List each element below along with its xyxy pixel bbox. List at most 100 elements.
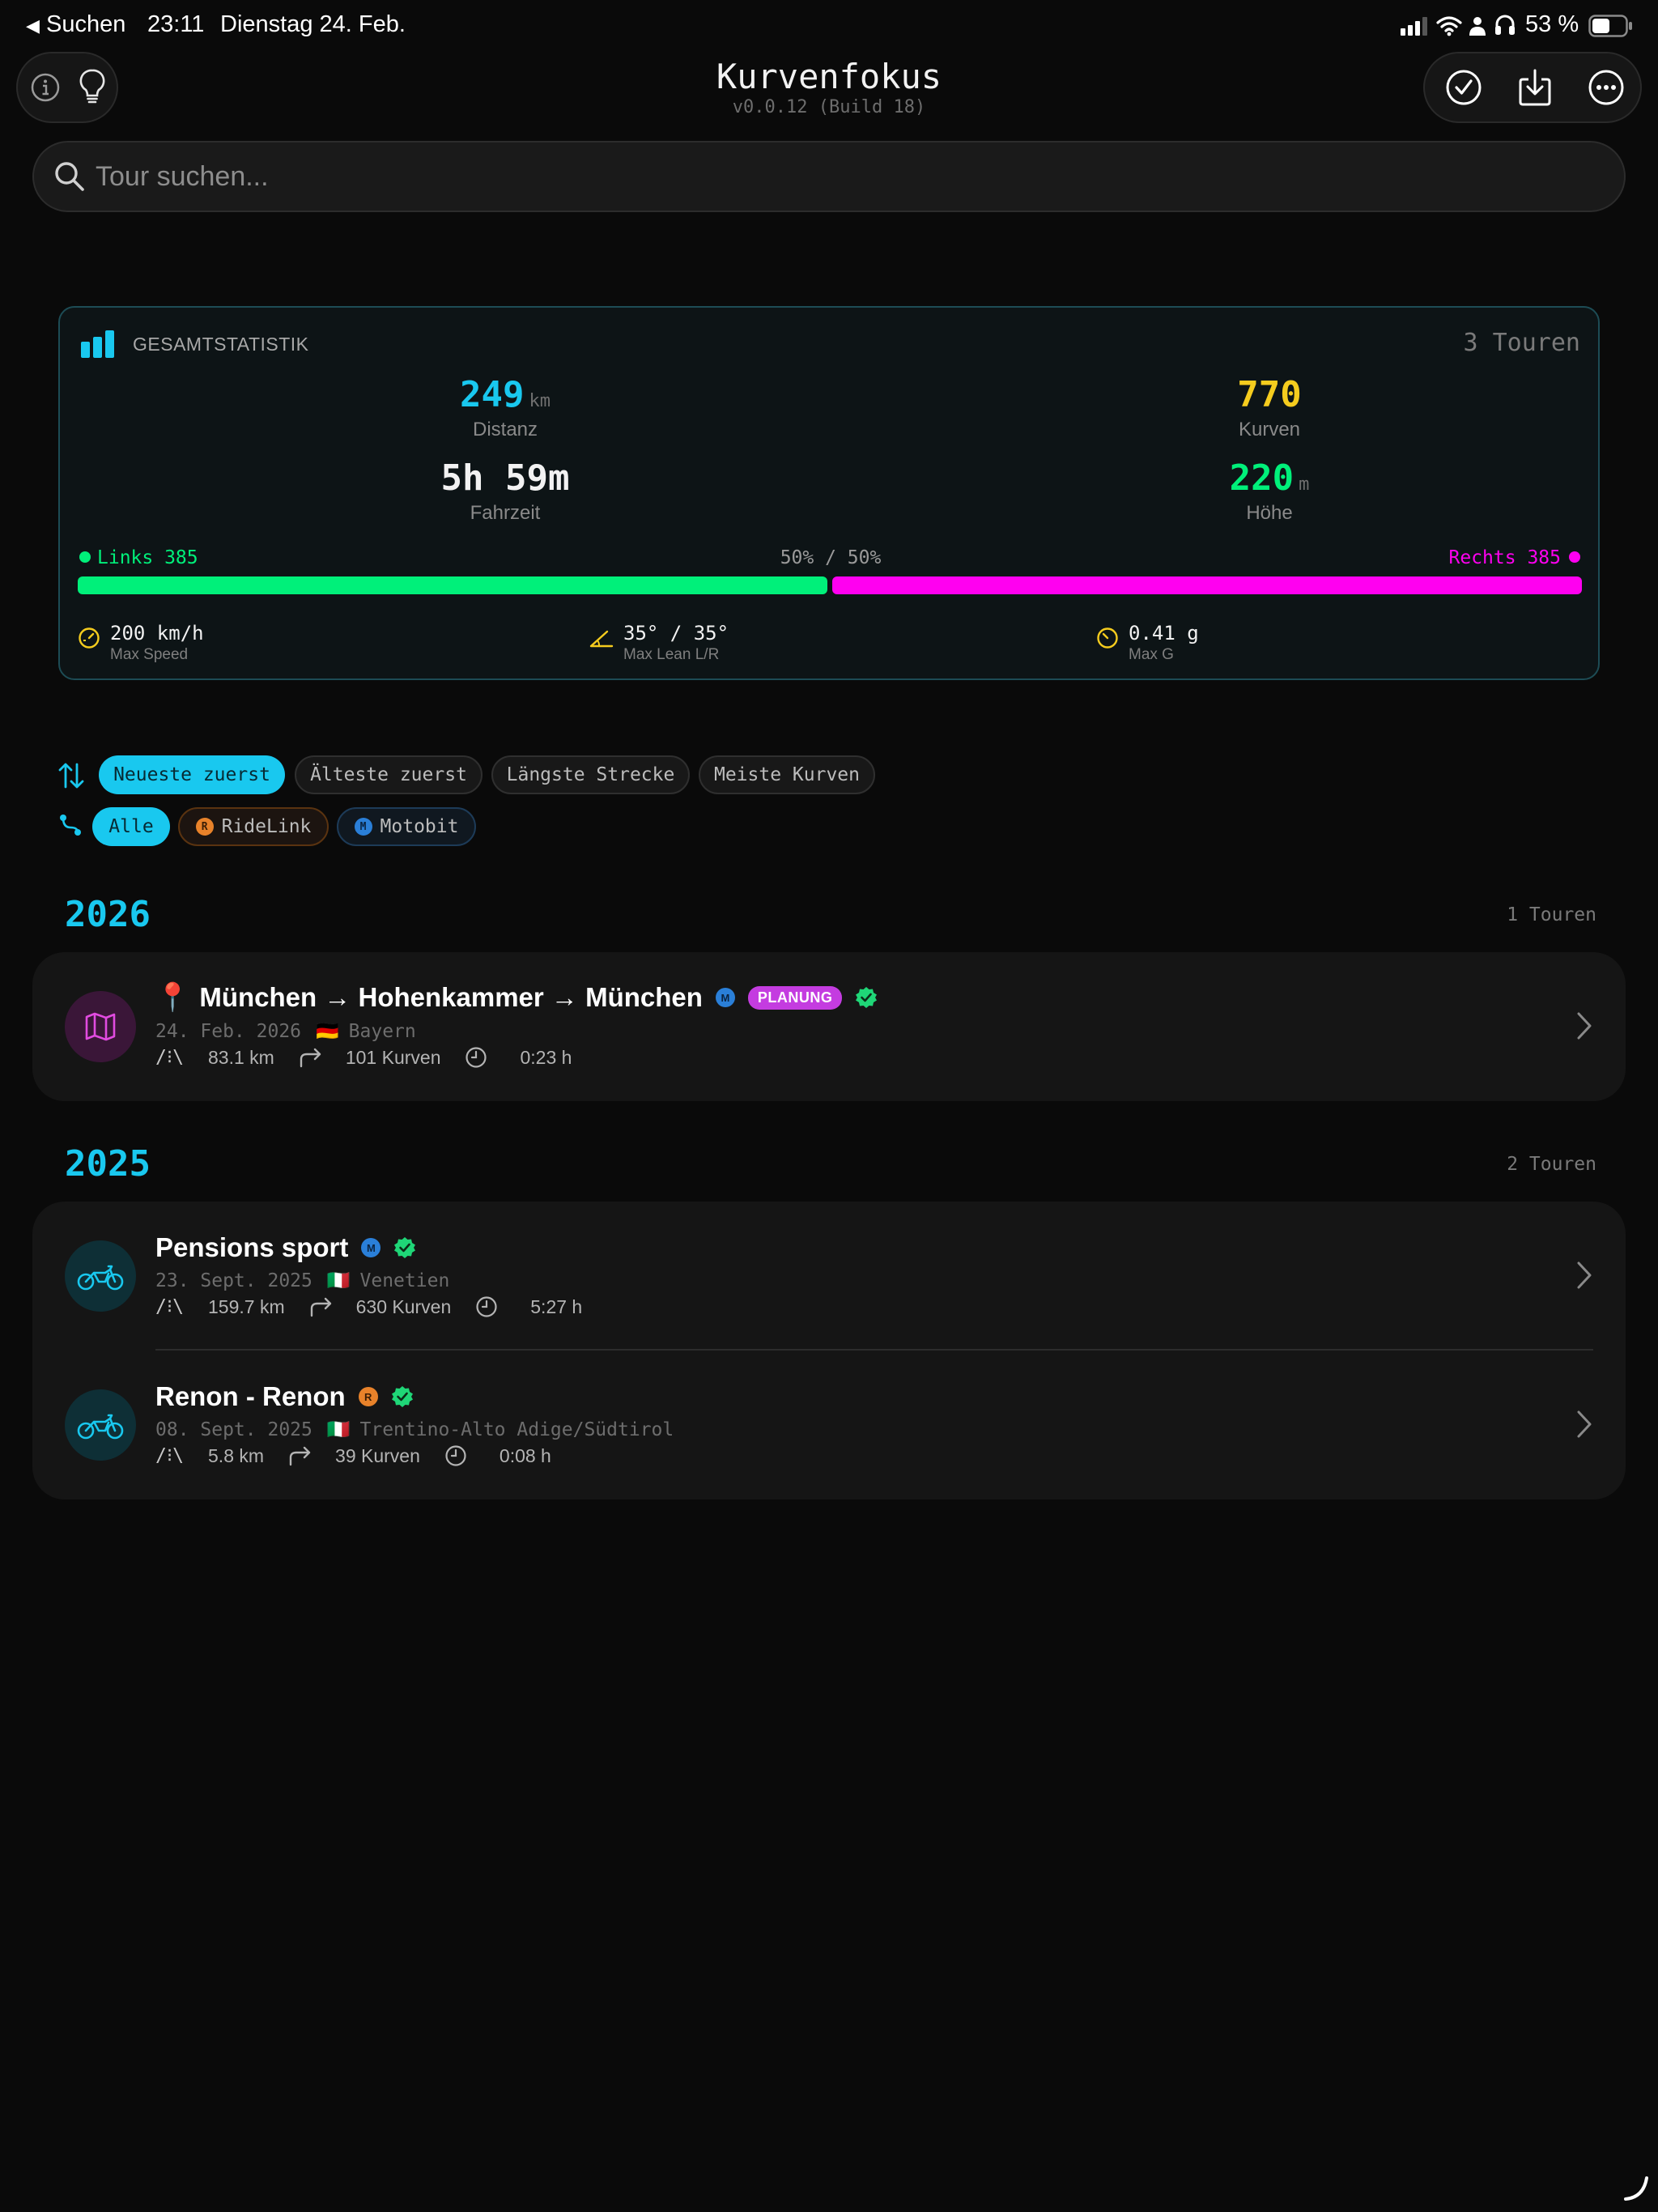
right-dot <box>1569 551 1580 563</box>
tour-meta-row: 23. Sept. 2025 🇮🇹 Venetien <box>155 1270 450 1292</box>
max-speed-stat: 200 km/h Max Speed <box>78 622 204 664</box>
curve-arrow-icon <box>310 1297 331 1317</box>
bar-chart-icon <box>81 330 114 358</box>
year-heading-2026: 2026 <box>65 894 151 935</box>
sort-chip-newest[interactable]: Neueste zuerst <box>99 755 285 794</box>
sort-chip-longest[interactable]: Längste Strecke <box>491 755 690 794</box>
elevation-value: 220 <box>1229 457 1295 499</box>
motorcycle-icon <box>77 1265 124 1291</box>
curves-value: 770 <box>1237 374 1302 415</box>
ridelink-logo-icon: R <box>195 818 214 836</box>
max-lean-stat: 35° / 35° Max Lean L/R <box>589 622 729 664</box>
source-chip-motobit[interactable]: M Motobit <box>337 807 476 846</box>
source-chip-ridelink[interactable]: R RideLink <box>178 807 329 846</box>
app-version: v0.0.12 (Build 18) <box>732 97 926 117</box>
distance-unit: km <box>529 391 551 411</box>
planung-badge: PLANUNG <box>747 985 843 1010</box>
tour-duration: 0:08 h <box>499 1444 551 1466</box>
tour-region: Bayern <box>348 1020 416 1042</box>
tour-region: Trentino-Alto Adige/Südtirol <box>359 1419 674 1440</box>
year-heading-2025: 2025 <box>65 1143 151 1185</box>
tour-title: München → Hohenkammer → München <box>199 982 703 1012</box>
wifi-icon <box>1436 16 1462 36</box>
max-g-value: 0.41 g <box>1129 622 1199 644</box>
checkmark-circle-icon <box>1446 70 1482 105</box>
map-icon <box>85 1012 116 1041</box>
tour-meta-row: 24. Feb. 2026 🇩🇪 Bayern <box>155 1020 416 1043</box>
more-button[interactable] <box>1572 57 1640 118</box>
tour-row-pensions-sport[interactable]: Pensions sport M 23. Sept. 2025 🇮🇹 Venet… <box>32 1202 1626 1351</box>
stat-ride-time: 5h 59m Fahrzeit <box>303 457 708 525</box>
max-lean-value: 35° / 35° <box>623 622 729 644</box>
tour-avatar <box>65 1240 136 1312</box>
back-to-search-link[interactable]: ◀ Suchen <box>26 11 125 38</box>
battery-percent: 53 % <box>1525 11 1579 37</box>
import-button[interactable] <box>1501 57 1569 118</box>
curve-arrow-icon <box>300 1048 321 1068</box>
map-pin-icon: 📍 <box>155 982 190 1013</box>
tour-row-munich[interactable]: 📍 München → Hohenkammer → München M PLAN… <box>32 952 1626 1101</box>
tour-stats-row: /⁝\ 83.1 km 101 Kurven 0:23 h <box>155 1046 572 1069</box>
max-g-label: Max G <box>1129 646 1174 663</box>
sort-arrows-icon <box>58 763 84 789</box>
select-button[interactable] <box>1430 57 1498 118</box>
motobit-source-icon: M <box>361 1238 381 1257</box>
distance-value: 249 <box>460 374 525 415</box>
stats-tour-count: 3 Touren <box>1463 329 1581 357</box>
sort-chip-oldest[interactable]: Älteste zuerst <box>295 755 483 794</box>
stats-title: GESAMTSTATISTIK <box>133 334 309 355</box>
status-bar: ◀ Suchen 23:11 Dienstag 24. Feb. 53 % <box>0 0 1658 52</box>
right-curves-bar <box>832 576 1582 594</box>
stat-curves: 770 Kurven <box>1067 374 1472 441</box>
tour-card-2026: 📍 München → Hohenkammer → München M PLAN… <box>32 952 1626 1101</box>
tour-distance: 5.8 km <box>208 1444 265 1466</box>
search-bar[interactable] <box>32 141 1626 212</box>
distance-label: Distanz <box>472 419 538 440</box>
elevation-label: Höhe <box>1246 502 1293 524</box>
max-g-stat: 0.41 g Max G <box>1096 622 1199 664</box>
tour-distance: 83.1 km <box>208 1046 274 1068</box>
tour-title: Pensions sport <box>155 1232 349 1262</box>
cellular-signal-icon <box>1401 17 1427 36</box>
sort-chip-most-curves[interactable]: Meiste Kurven <box>699 755 875 794</box>
resize-corner-icon <box>1624 2176 1648 2201</box>
tour-distance: 159.7 km <box>208 1295 285 1317</box>
lean-angle-icon <box>589 630 614 648</box>
flag-icon: 🇮🇹 <box>326 1270 351 1291</box>
stat-elevation: 220 m Höhe <box>1067 457 1472 525</box>
curves-label: Kurven <box>1238 419 1301 440</box>
search-input[interactable] <box>96 143 1601 211</box>
verified-badge-icon <box>856 987 878 1008</box>
tour-title-row: Renon - Renon R <box>155 1381 414 1412</box>
tour-title: Renon - Renon <box>155 1381 346 1411</box>
tour-title-row: 📍 München → Hohenkammer → München M PLAN… <box>155 981 878 1014</box>
ride-time-value: 5h 59m <box>440 457 570 499</box>
route-filter-icon <box>60 815 81 836</box>
app-title: Kurvenfokus <box>716 57 942 96</box>
speedometer-icon <box>79 627 100 649</box>
battery-icon <box>1588 15 1632 37</box>
tour-region: Venetien <box>359 1270 450 1291</box>
header-right-button-group <box>1423 52 1642 123</box>
person-icon <box>1469 17 1486 36</box>
tour-curves: 101 Kurven <box>345 1046 441 1068</box>
chevron-right-icon <box>1577 1410 1592 1438</box>
road-icon: /⁝\ <box>155 1296 185 1317</box>
stat-distance: 249 km Distanz <box>303 374 708 441</box>
tour-date: 08. Sept. 2025 <box>155 1419 312 1440</box>
elevation-unit: m <box>1299 474 1310 495</box>
verified-badge-icon <box>391 1386 413 1407</box>
clock-icon <box>445 1445 466 1466</box>
tour-avatar <box>65 991 136 1062</box>
tour-duration: 0:23 h <box>520 1046 572 1068</box>
tour-duration: 5:27 h <box>530 1295 583 1317</box>
tour-row-renon[interactable]: Renon - Renon R 08. Sept. 2025 🇮🇹 Trenti… <box>32 1351 1626 1499</box>
tour-curves: 39 Kurven <box>335 1444 420 1466</box>
ridelink-label: RideLink <box>221 816 312 837</box>
gauge-icon <box>1097 627 1118 649</box>
max-lean-label: Max Lean L/R <box>623 646 720 663</box>
chevron-right-icon <box>1577 1261 1592 1289</box>
max-speed-label: Max Speed <box>110 646 189 663</box>
tour-title-row: Pensions sport M <box>155 1232 416 1263</box>
source-chip-all[interactable]: Alle <box>92 807 170 846</box>
